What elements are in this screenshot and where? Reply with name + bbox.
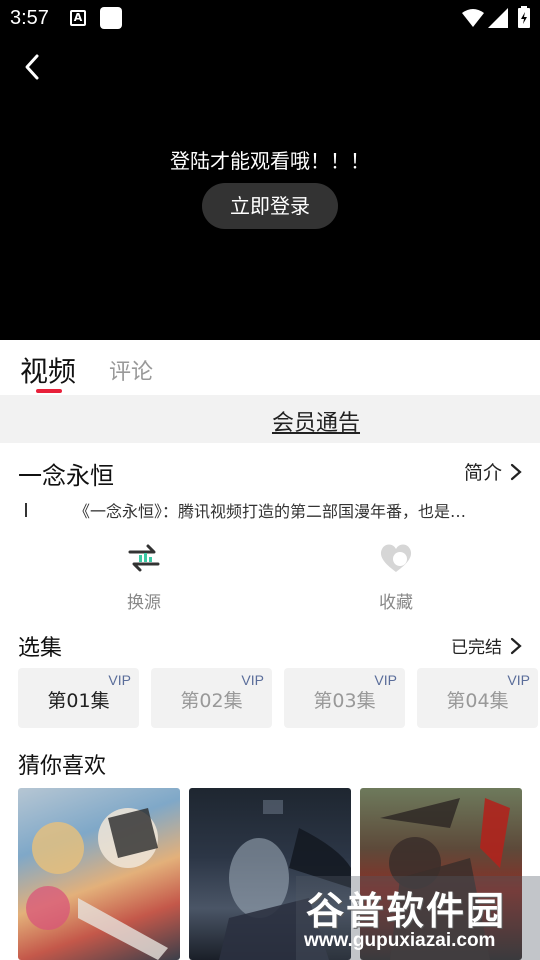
active-tab-indicator — [36, 389, 62, 393]
watermark-url: www.gupuxiazai.com — [304, 930, 496, 951]
episode-label: 第01集 — [47, 690, 110, 712]
recommend-poster[interactable] — [18, 788, 180, 960]
member-notice[interactable]: 会员通告 — [0, 395, 540, 443]
intro-button[interactable]: 简介 — [464, 458, 522, 485]
notification-a-icon: A — [70, 10, 86, 26]
episode-item[interactable]: VIP 第02集 — [151, 668, 272, 728]
episode-item[interactable]: VIP 第01集 — [18, 668, 139, 728]
favorite-button[interactable]: 收藏 — [356, 538, 436, 613]
signal-icon — [488, 8, 508, 28]
episode-label: 第04集 — [446, 690, 509, 712]
heart-icon — [380, 544, 412, 572]
battery-icon — [518, 6, 530, 28]
tab-bar: 视频 评论 — [0, 340, 540, 395]
login-button[interactable]: 立即登录 — [202, 183, 338, 229]
video-title: 一念永恒 — [18, 462, 114, 490]
status-bar: 3:57 A — [0, 0, 540, 38]
episodes-all-button[interactable]: 已完结 — [451, 633, 522, 658]
watermark: 谷普软件园 www.gupuxiazai.com — [296, 876, 540, 960]
episodes-heading: 选集 — [18, 636, 63, 661]
switch-source-button[interactable]: 换源 — [104, 538, 184, 613]
poster-art — [26, 808, 168, 960]
video-player[interactable]: 3:57 A 登陆才能观看哦！！！ 立即登录 — [0, 0, 540, 340]
member-notice-link[interactable]: 会员通告 — [272, 405, 360, 437]
wifi-icon — [462, 9, 484, 27]
tab-comments[interactable]: 评论 — [109, 354, 153, 386]
episode-label: 第03集 — [313, 690, 376, 712]
description-marker — [25, 503, 27, 517]
video-description: 《一念永恒》：腾讯视频打造的第二部国漫年番，也是… — [74, 502, 467, 521]
watermark-name: 谷普软件园 — [306, 889, 507, 933]
intro-label: 简介 — [463, 462, 502, 484]
back-arrow-icon[interactable] — [16, 50, 50, 84]
switch-source-label: 换源 — [127, 593, 161, 613]
episodes-status: 已完结 — [451, 638, 502, 658]
chevron-right-icon — [510, 637, 522, 654]
notification-square-icon — [100, 7, 122, 29]
tab-video[interactable]: 视频 — [20, 350, 76, 390]
episode-item[interactable]: VIP 第04集 — [417, 668, 538, 728]
episode-item[interactable]: VIP 第03集 — [284, 668, 405, 728]
switch-source-icon — [128, 544, 160, 572]
status-time: 3:57 — [10, 7, 49, 29]
chevron-right-icon — [510, 463, 522, 480]
favorite-label: 收藏 — [379, 593, 413, 613]
login-prompt: 登陆才能观看哦！！！ — [170, 149, 370, 173]
recommend-heading: 猜你喜欢 — [18, 754, 107, 779]
episode-label: 第02集 — [180, 690, 243, 712]
